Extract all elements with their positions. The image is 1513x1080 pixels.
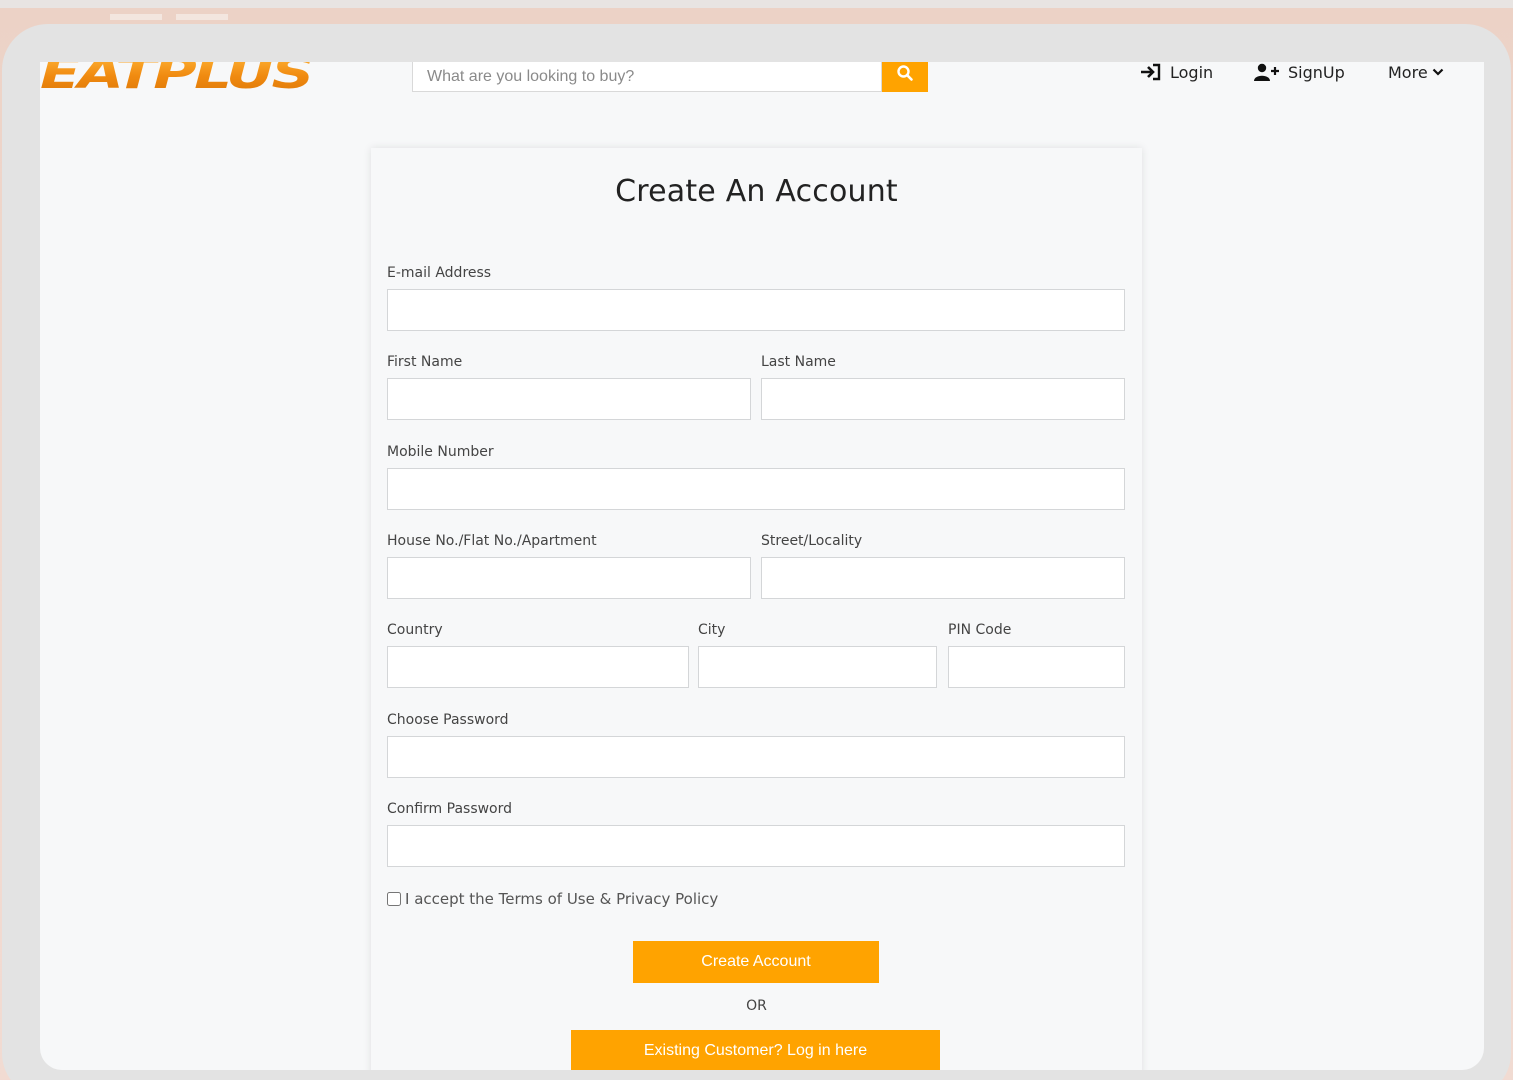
user-plus-icon bbox=[1254, 63, 1279, 81]
screen: EATPLUS Login SignUp More bbox=[40, 62, 1484, 1070]
create-account-card: Create An Account E-mail Address First N… bbox=[371, 148, 1142, 1070]
existing-customer-login-button[interactable]: Existing Customer? Log in here bbox=[571, 1030, 940, 1070]
email-label: E-mail Address bbox=[387, 265, 492, 281]
browser-top-strip bbox=[0, 0, 1513, 20]
first-name-label: First Name bbox=[387, 354, 463, 370]
terms-checkbox[interactable] bbox=[387, 892, 401, 906]
password-field[interactable] bbox=[387, 736, 1125, 778]
browser-tab[interactable] bbox=[110, 14, 162, 20]
street-field[interactable] bbox=[761, 557, 1125, 599]
mobile-label: Mobile Number bbox=[387, 444, 494, 460]
last-name-label: Last Name bbox=[761, 354, 836, 370]
street-label: Street/Locality bbox=[761, 533, 863, 549]
nav-login-label: Login bbox=[1170, 62, 1214, 82]
nav-more-label: More bbox=[1388, 62, 1428, 82]
city-label: City bbox=[698, 622, 726, 638]
pin-code-label: PIN Code bbox=[948, 622, 1012, 638]
page-title: Create An Account bbox=[615, 174, 898, 209]
house-field[interactable] bbox=[387, 557, 751, 599]
first-name-field[interactable] bbox=[387, 378, 751, 420]
search-button[interactable] bbox=[882, 62, 928, 92]
site-logo[interactable]: EATPLUS bbox=[40, 62, 391, 96]
search-bar bbox=[412, 62, 928, 92]
email-field[interactable] bbox=[387, 289, 1125, 331]
confirm-password-label: Confirm Password bbox=[387, 801, 513, 817]
terms-label: I accept the Terms of Use & Privacy Poli… bbox=[405, 890, 719, 908]
house-label: House No./Flat No./Apartment bbox=[387, 533, 597, 549]
sign-in-icon bbox=[1141, 63, 1161, 81]
terms-row: I accept the Terms of Use & Privacy Poli… bbox=[387, 890, 718, 908]
city-field[interactable] bbox=[698, 646, 937, 688]
chevron-down-icon bbox=[1432, 68, 1443, 76]
confirm-password-field[interactable] bbox=[387, 825, 1125, 867]
or-separator: OR bbox=[746, 998, 767, 1014]
pin-code-field[interactable] bbox=[948, 646, 1125, 688]
create-account-button[interactable]: Create Account bbox=[633, 941, 879, 983]
nav-more-dropdown[interactable]: More bbox=[1388, 62, 1444, 82]
password-label: Choose Password bbox=[387, 712, 509, 728]
browser-tab[interactable] bbox=[176, 14, 228, 20]
country-field[interactable] bbox=[387, 646, 689, 688]
country-label: Country bbox=[387, 622, 443, 638]
nav-signup-label: SignUp bbox=[1288, 62, 1345, 82]
mobile-field[interactable] bbox=[387, 468, 1125, 510]
nav-login[interactable]: Login bbox=[1140, 62, 1213, 82]
search-icon bbox=[897, 65, 913, 81]
search-input[interactable] bbox=[412, 62, 882, 92]
last-name-field[interactable] bbox=[761, 378, 1125, 420]
nav-signup[interactable]: SignUp bbox=[1254, 62, 1345, 82]
